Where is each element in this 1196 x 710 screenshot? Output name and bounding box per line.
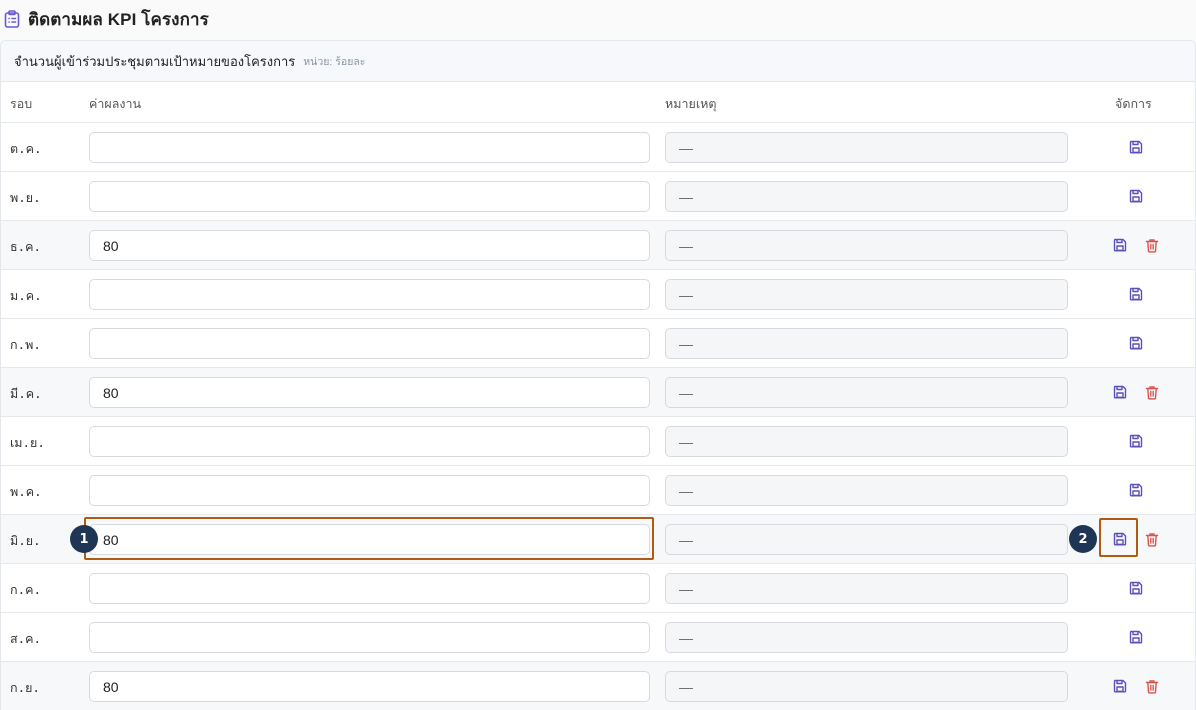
- table-row: ต.ค.: [1, 123, 1195, 172]
- kpi-card: จำนวนผู้เข้าร่วมประชุมตามเป้าหมายของโครง…: [0, 40, 1196, 710]
- kpi-table-body: ต.ค. พ.ย. ธ.ค. ม.ค. ก.พ. มี.ค. เม.ย. พ.ค. มิ.ย. ก…: [1, 123, 1195, 710]
- save-button[interactable]: [1128, 629, 1144, 645]
- table-row: ก.ค.: [1, 564, 1195, 613]
- table-row: มิ.ย.: [1, 515, 1195, 564]
- page-header: ติดตามผล KPI โครงการ: [0, 0, 1196, 38]
- column-header-note: หมายเหตุ: [665, 97, 717, 111]
- round-label: ก.พ.: [10, 337, 41, 352]
- trash-icon: [1145, 238, 1159, 253]
- page-title: ติดตามผล KPI โครงการ: [28, 9, 209, 29]
- value-input[interactable]: [89, 181, 650, 212]
- save-button[interactable]: [1112, 384, 1128, 400]
- value-input[interactable]: [89, 573, 650, 604]
- table-row: ก.ย.: [1, 662, 1195, 710]
- round-label: ต.ค.: [10, 141, 42, 156]
- save-button[interactable]: [1128, 482, 1144, 498]
- value-input[interactable]: [89, 377, 650, 408]
- round-label: มี.ค.: [10, 386, 42, 401]
- save-icon: [1113, 385, 1127, 399]
- note-input[interactable]: [665, 573, 1068, 604]
- value-input[interactable]: [89, 622, 650, 653]
- trash-icon: [1145, 385, 1159, 400]
- clipboard-list-icon: [4, 10, 20, 28]
- delete-button[interactable]: [1144, 237, 1160, 253]
- note-input[interactable]: [665, 671, 1068, 702]
- save-icon: [1113, 679, 1127, 693]
- round-label: ก.ย.: [10, 680, 40, 695]
- trash-icon: [1145, 532, 1159, 547]
- save-icon: [1129, 189, 1143, 203]
- value-input[interactable]: [89, 426, 650, 457]
- note-input[interactable]: [665, 328, 1068, 359]
- note-input[interactable]: [665, 426, 1068, 457]
- column-header-value: ค่าผลงาน: [89, 97, 142, 111]
- note-input[interactable]: [665, 132, 1068, 163]
- save-button[interactable]: [1112, 678, 1128, 694]
- table-row: ธ.ค.: [1, 221, 1195, 270]
- table-row: พ.ย.: [1, 172, 1195, 221]
- annotation-marker-1: 1: [70, 525, 98, 553]
- round-label: เม.ย.: [10, 435, 45, 450]
- save-icon: [1129, 434, 1143, 448]
- note-input[interactable]: [665, 475, 1068, 506]
- round-label: ธ.ค.: [10, 239, 42, 254]
- save-icon: [1113, 238, 1127, 252]
- value-input[interactable]: [89, 132, 650, 163]
- column-header-round: รอบ: [10, 97, 33, 111]
- save-button[interactable]: [1128, 188, 1144, 204]
- save-icon: [1129, 483, 1143, 497]
- table-header: รอบ ค่าผลงาน หมายเหตุ จัดการ: [1, 82, 1195, 123]
- delete-button[interactable]: [1144, 384, 1160, 400]
- table-row: ส.ค.: [1, 613, 1195, 662]
- delete-button[interactable]: [1144, 531, 1160, 547]
- trash-icon: [1145, 679, 1159, 694]
- card-header: จำนวนผู้เข้าร่วมประชุมตามเป้าหมายของโครง…: [1, 41, 1195, 82]
- save-icon: [1129, 336, 1143, 350]
- round-label: พ.ย.: [10, 190, 41, 205]
- delete-button[interactable]: [1144, 678, 1160, 694]
- note-input[interactable]: [665, 181, 1068, 212]
- round-label: ส.ค.: [10, 631, 42, 646]
- round-label: ม.ค.: [10, 288, 42, 303]
- value-input[interactable]: [89, 671, 650, 702]
- save-icon: [1113, 532, 1127, 546]
- table-row: ม.ค.: [1, 270, 1195, 319]
- save-button[interactable]: [1128, 580, 1144, 596]
- save-button[interactable]: [1128, 335, 1144, 351]
- save-icon: [1129, 630, 1143, 644]
- note-input[interactable]: [665, 230, 1068, 261]
- save-icon: [1129, 287, 1143, 301]
- note-input[interactable]: [665, 377, 1068, 408]
- table-row: ก.พ.: [1, 319, 1195, 368]
- save-button[interactable]: [1112, 237, 1128, 253]
- save-icon: [1129, 581, 1143, 595]
- note-input[interactable]: [665, 279, 1068, 310]
- save-button[interactable]: [1128, 433, 1144, 449]
- save-button[interactable]: [1128, 139, 1144, 155]
- table-row: เม.ย.: [1, 417, 1195, 466]
- save-button[interactable]: [1128, 286, 1144, 302]
- round-label: ก.ค.: [10, 582, 41, 597]
- column-header-actions: จัดการ: [1115, 97, 1152, 111]
- table-row: มี.ค.: [1, 368, 1195, 417]
- round-label: มิ.ย.: [10, 533, 41, 548]
- value-input[interactable]: [89, 475, 650, 506]
- value-input[interactable]: [89, 230, 650, 261]
- note-input[interactable]: [665, 524, 1068, 555]
- value-input[interactable]: [89, 524, 650, 555]
- note-input[interactable]: [665, 622, 1068, 653]
- value-input[interactable]: [89, 328, 650, 359]
- value-input[interactable]: [89, 279, 650, 310]
- kpi-unit: หน่วย: ร้อยละ: [303, 55, 366, 68]
- round-label: พ.ค.: [10, 484, 42, 499]
- kpi-indicator-title: จำนวนผู้เข้าร่วมประชุมตามเป้าหมายของโครง…: [14, 53, 296, 69]
- annotation-marker-2: 2: [1069, 525, 1097, 553]
- save-button[interactable]: [1112, 531, 1128, 547]
- table-row: พ.ค.: [1, 466, 1195, 515]
- save-icon: [1129, 140, 1143, 154]
